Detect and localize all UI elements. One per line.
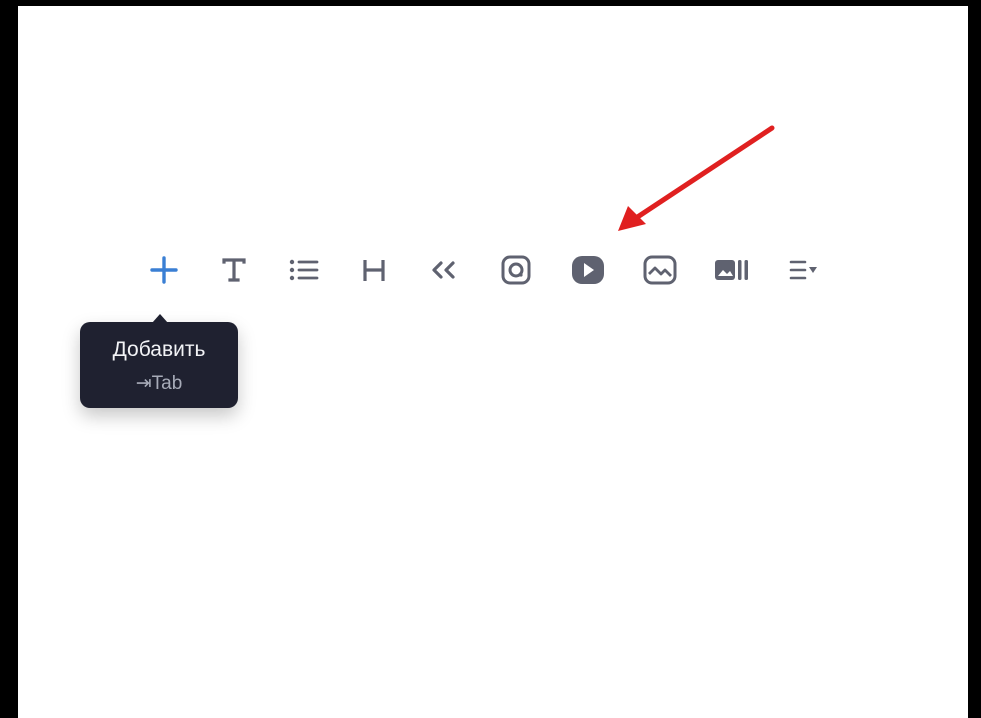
red-annotation-arrow [618, 125, 775, 231]
